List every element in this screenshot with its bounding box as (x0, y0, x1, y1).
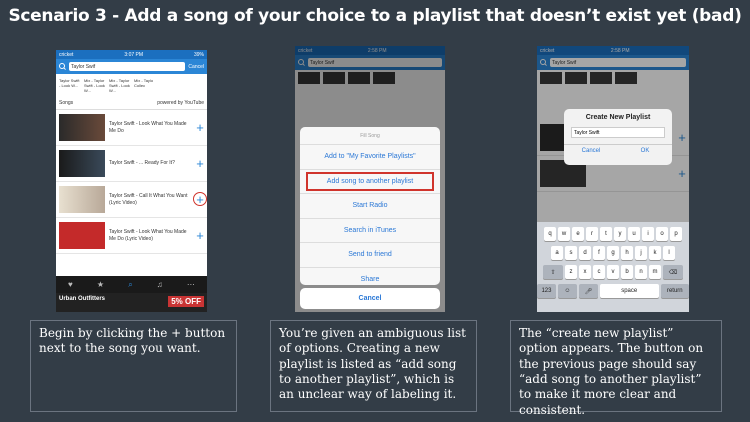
key-a[interactable]: a (551, 246, 563, 260)
tile-captions: Taylor Swift - Look W... Mix - Taylor Sw… (56, 74, 207, 93)
time-label: 3:07 PM (124, 51, 144, 58)
option-share[interactable]: Share (300, 266, 440, 286)
add-icon-highlighted[interactable]: + (193, 192, 207, 207)
highlight-circle (193, 192, 207, 206)
ad-banner[interactable]: Urban Outfitters 5% OFF (56, 293, 207, 312)
option-search-itunes[interactable]: Search in iTunes (300, 217, 440, 243)
dialog-cancel-button[interactable]: Cancel (564, 145, 618, 154)
powered-by-label: powered by YouTube (157, 100, 204, 106)
dialog-buttons: Cancel OK (564, 144, 672, 154)
tab-search-icon[interactable]: ⌕ (128, 280, 132, 290)
key-h[interactable]: h (621, 246, 633, 260)
sheet-header: Fill Song (360, 132, 380, 139)
highlight-box (306, 171, 434, 191)
song-row[interactable]: Taylor Swift - Call It What You Want (Ly… (56, 182, 207, 218)
song-row[interactable]: Taylor Swift - ... Ready For It? + (56, 146, 207, 182)
song-title: Taylor Swift - Call It What You Want (Ly… (109, 193, 188, 206)
phone-screenshot-3: cricket 2:58 PM Taylor Swif + + Create N… (537, 46, 689, 312)
key-p[interactable]: p (670, 227, 682, 241)
search-icon (59, 63, 66, 70)
dialog-ok-button[interactable]: OK (618, 145, 672, 154)
phone-screenshot-2: cricket 2:58 PM Taylor Swif Fill Song Ad… (295, 46, 445, 312)
key-t[interactable]: t (600, 227, 612, 241)
cancel-link[interactable]: Cancel (188, 64, 204, 70)
add-icon[interactable]: + (193, 156, 207, 171)
tab-music-icon[interactable]: ♫ (157, 280, 163, 289)
key-n[interactable]: n (635, 265, 647, 279)
dialog-title: Create New Playlist (585, 114, 651, 121)
key-r[interactable]: r (586, 227, 598, 241)
option-add-favorites[interactable]: Add to "My Favorite Playlists" (300, 144, 440, 169)
key-123[interactable]: 123 (537, 284, 556, 298)
phone-screenshot-1: cricket 3:07 PM 39% Taylor Swif Cancel T… (56, 50, 207, 312)
key-q[interactable]: q (544, 227, 556, 241)
carrier-label: cricket (59, 51, 74, 58)
shift-key[interactable]: ⇧ (543, 265, 563, 279)
key-c[interactable]: c (593, 265, 605, 279)
key-y[interactable]: y (614, 227, 626, 241)
add-icon[interactable]: + (193, 120, 207, 135)
song-title: Taylor Swift - Look What You Made Me Do … (109, 229, 187, 242)
emoji-key[interactable]: ☺ (557, 284, 577, 298)
option-add-another-playlist[interactable]: Add song to another playlist (300, 168, 440, 194)
songs-label: Songs (59, 100, 74, 106)
playlist-name-input[interactable]: Taylor Swift (571, 127, 665, 138)
search-input[interactable]: Taylor Swif (69, 62, 186, 71)
song-title: Taylor Swift - ... Ready For It? (109, 160, 175, 167)
song-row[interactable]: Taylor Swift - Look What You Made Me Do … (56, 218, 207, 254)
return-key[interactable]: return (660, 284, 689, 298)
key-f[interactable]: f (593, 246, 605, 260)
key-u[interactable]: u (628, 227, 640, 241)
search-bar: Taylor Swif Cancel (56, 59, 207, 74)
tab-more-icon[interactable]: ⋯ (187, 280, 195, 289)
ad-brand: Urban Outfitters (59, 296, 106, 302)
video-thumbnail (59, 114, 105, 141)
key-x[interactable]: x (579, 265, 591, 279)
song-row[interactable]: Taylor Swift - Look What You Made Me Do … (56, 110, 207, 146)
add-icon[interactable]: + (193, 228, 207, 243)
key-o[interactable]: o (656, 227, 668, 241)
sheet-cancel-button[interactable]: Cancel (300, 288, 440, 309)
key-m[interactable]: m (649, 265, 661, 279)
key-i[interactable]: i (642, 227, 654, 241)
option-start-radio[interactable]: Start Radio (300, 193, 440, 218)
tile-caption: Mix - Taylor Swift - Look W... (84, 78, 105, 93)
tile-caption: Mix - Taylo Collec (134, 78, 154, 88)
key-s[interactable]: s (565, 246, 577, 260)
status-bar: cricket 3:07 PM 39% (56, 50, 207, 59)
key-w[interactable]: w (558, 227, 570, 241)
action-sheet: Fill Song Add to "My Favorite Playlists"… (300, 127, 440, 285)
caption-2: You’re given an ambiguous list of option… (270, 320, 477, 412)
key-b[interactable]: b (621, 265, 633, 279)
option-send-friend[interactable]: Send to friend (300, 242, 440, 267)
tile-caption: Taylor Swift - Look W... (59, 78, 80, 88)
video-thumbnail (59, 222, 105, 249)
songs-header: Songs powered by YouTube (56, 93, 207, 110)
video-thumbnail (59, 150, 105, 177)
keyboard: qwertyuiop asdfghjkl ⇧ z x c v b n m ⌫ 123 ☺ 🎤︎… (537, 222, 689, 312)
create-playlist-dialog: Create New Playlist Taylor Swift Cancel … (564, 109, 672, 165)
key-d[interactable]: d (579, 246, 591, 260)
battery-label: 39% (193, 51, 204, 58)
key-j[interactable]: j (635, 246, 647, 260)
song-title: Taylor Swift - Look What You Made Me Do (109, 121, 187, 134)
key-g[interactable]: g (607, 246, 619, 260)
tab-charts-icon[interactable]: ★ (97, 280, 104, 289)
video-thumbnail (59, 186, 105, 213)
mic-key[interactable]: 🎤︎ (578, 284, 598, 298)
slide-title: Scenario 3 - Add a song of your choice t… (8, 6, 742, 26)
space-key[interactable]: space (599, 284, 659, 298)
key-e[interactable]: e (572, 227, 584, 241)
caption-1: Begin by clicking the + button next to t… (30, 320, 237, 412)
key-k[interactable]: k (649, 246, 661, 260)
tab-bar: ♥ ★ ⌕ ♫ ⋯ (56, 276, 207, 293)
key-z[interactable]: z (565, 265, 577, 279)
tile-caption: Mix - Taylor Swift - Look W... (109, 78, 130, 93)
tab-favorites-icon[interactable]: ♥ (68, 280, 73, 289)
caption-3: The “create new playlist” option appears… (510, 320, 722, 417)
backspace-key[interactable]: ⌫ (663, 265, 683, 279)
key-v[interactable]: v (607, 265, 619, 279)
ad-offer: 5% OFF (168, 296, 204, 307)
key-l[interactable]: l (663, 246, 675, 260)
